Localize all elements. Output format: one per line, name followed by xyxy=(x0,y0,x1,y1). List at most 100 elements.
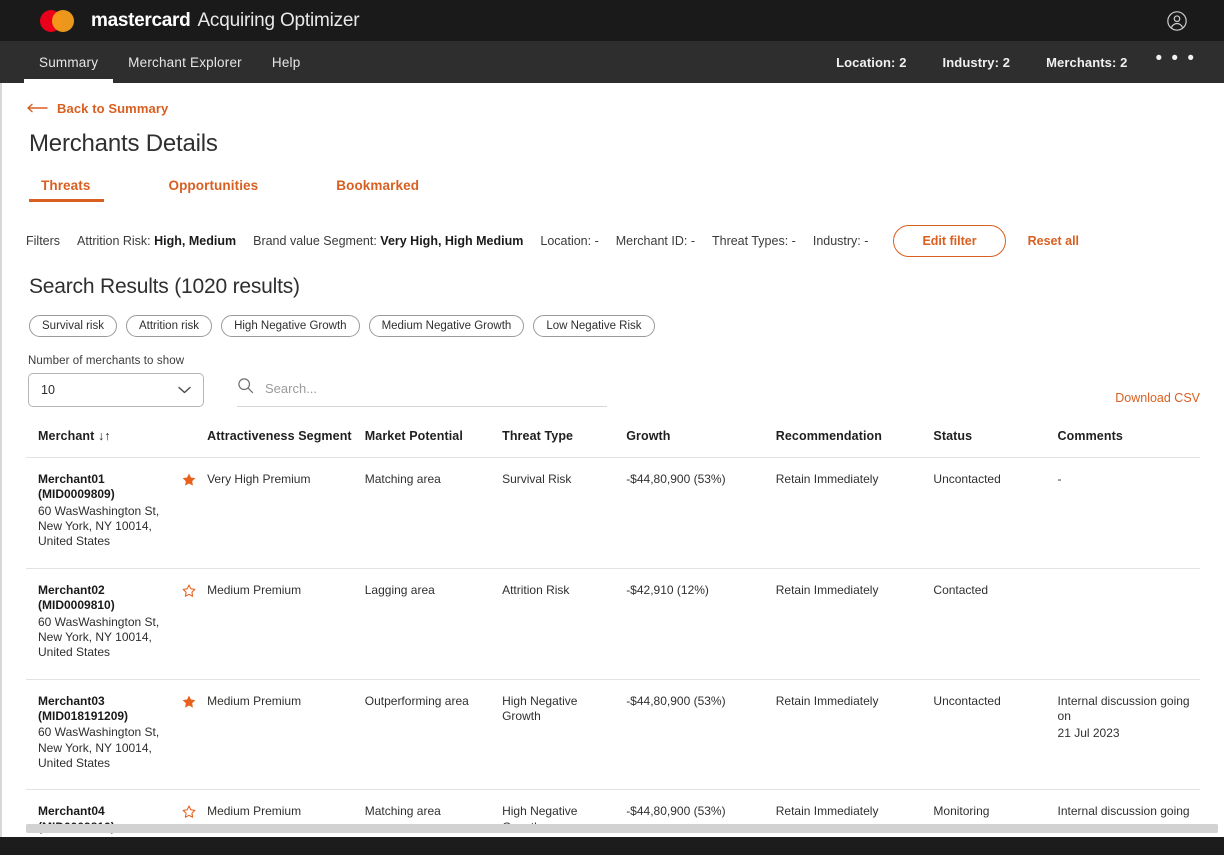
scrollbar-thumb[interactable] xyxy=(26,824,1218,833)
filter-threat-types[interactable]: Threat Types: - xyxy=(712,234,796,248)
table-header: Merchant ↓↑ Attractiveness Segment Marke… xyxy=(26,429,1200,458)
table-header-row: Merchant ↓↑ Attractiveness Segment Marke… xyxy=(26,429,1200,458)
filter-value: High, Medium xyxy=(154,234,237,248)
cell-merchant: Merchant03 (MID018191209) 60 WasWashingto… xyxy=(26,678,208,790)
account-circle-icon[interactable] xyxy=(1166,10,1188,32)
horizontal-scrollbar[interactable] xyxy=(26,824,1218,833)
search-results-title: Search Results (1020 results) xyxy=(29,275,300,298)
search-input[interactable] xyxy=(263,379,607,397)
filter-attrition-risk[interactable]: Attrition Risk: High, Medium xyxy=(77,234,236,248)
mastercard-logo-icon xyxy=(40,8,82,34)
merchants-to-show-select[interactable]: 10 xyxy=(28,373,204,407)
cell-threat-type: Survival Risk xyxy=(502,457,627,569)
merchants-to-show-label: Number of merchants to show xyxy=(28,355,185,367)
table-row[interactable]: Merchant02 (MID0009810) 60 WasWashington … xyxy=(26,567,1200,680)
reset-all-link[interactable]: Reset all xyxy=(1028,234,1079,248)
tab-label: Opportunities xyxy=(168,178,259,193)
nav-stat-merchants[interactable]: Merchants: 2 xyxy=(1028,55,1145,70)
chip-attrition-risk[interactable]: Attrition risk xyxy=(125,315,213,337)
cell-comments xyxy=(1057,567,1200,680)
cell-recommendation: Retain Immediately xyxy=(775,567,934,680)
merchant-name: Merchant03 (MID018191209) xyxy=(38,693,129,723)
tab-label: Threats xyxy=(41,178,91,193)
nav-item-label: Summary xyxy=(39,54,99,70)
filter-merchant-id[interactable]: Merchant ID: - xyxy=(616,234,695,248)
status-badge: Uncontacted xyxy=(933,678,1058,790)
cell-merchant: Merchant01 (MID0009809) 60 WasWashington … xyxy=(26,457,208,569)
merchants-to-show-control: Number of merchants to show 10 xyxy=(28,355,204,407)
back-to-summary-link[interactable]: Back to Summary xyxy=(26,83,1200,116)
more-horizontal-icon[interactable]: • • • xyxy=(1145,49,1206,75)
nav-item-help[interactable]: Help xyxy=(257,41,316,83)
detail-tabs: Threats Opportunities Bookmarked xyxy=(26,178,1200,202)
column-header-market-potential: Market Potential xyxy=(364,429,463,443)
chip-low-negative-risk[interactable]: Low Negative Risk xyxy=(533,315,655,337)
tabs-divider xyxy=(26,202,1200,203)
brand-logo[interactable]: mastercard Acquiring Optimizer xyxy=(40,8,360,34)
page-content: Back to Summary Merchants Details Threat… xyxy=(2,83,1224,837)
star-outline-icon[interactable] xyxy=(181,804,197,820)
filters-bar: Filters Attrition Risk: High, Medium Bra… xyxy=(26,225,1200,257)
nav-stat-location[interactable]: Location: 2 xyxy=(818,55,924,70)
chip-medium-negative-growth[interactable]: Medium Negative Growth xyxy=(368,315,525,337)
search-box[interactable] xyxy=(237,377,607,407)
chip-survival-risk[interactable]: Survival risk xyxy=(29,315,117,337)
chip-high-negative-growth[interactable]: High Negative Growth xyxy=(221,315,360,337)
comment-text: Internal discussion going on xyxy=(1057,693,1190,723)
brand-product-name: Acquiring Optimizer xyxy=(197,9,360,31)
column-header-recommendation: Recommendation xyxy=(775,429,883,443)
column-header-threat-type: Threat Type xyxy=(502,429,574,443)
merchant-address: 60 WasWashington St, New York, NY 10014,… xyxy=(38,614,160,660)
cell-merchant: Merchant02 (MID0009810) 60 WasWashington … xyxy=(26,567,208,680)
edit-filter-button[interactable]: Edit filter xyxy=(893,225,1006,257)
status-badge: Contacted xyxy=(933,567,1058,680)
page-title: Merchants Details xyxy=(29,130,218,157)
filter-name: Threat Types: xyxy=(711,234,789,248)
cell-comments: - xyxy=(1057,457,1200,569)
filter-value: - xyxy=(594,234,599,248)
filter-name: Location: xyxy=(540,234,592,248)
table-row[interactable]: Merchant01 (MID0009809) 60 WasWashington … xyxy=(26,457,1200,569)
tab-label: Bookmarked xyxy=(336,178,420,193)
star-filled-icon[interactable] xyxy=(181,472,197,488)
tab-bookmarked[interactable]: Bookmarked xyxy=(322,178,433,202)
tab-opportunities[interactable]: Opportunities xyxy=(154,178,272,202)
merchant-cell: Merchant01 (MID0009809) 60 WasWashington … xyxy=(38,472,199,550)
merchant-name: Merchant01 (MID0009809) xyxy=(38,472,115,502)
search-icon xyxy=(237,377,254,399)
star-outline-icon[interactable] xyxy=(181,583,197,599)
table-controls: Number of merchants to show 10 Search...… xyxy=(26,355,1200,407)
merchant-cell: Merchant02 (MID0009810) 60 WasWashington … xyxy=(38,583,199,661)
status-badge: Uncontacted xyxy=(933,457,1058,569)
column-header-merchant[interactable]: Merchant ↓↑ xyxy=(26,429,207,458)
filter-industry[interactable]: Industry: - xyxy=(813,234,869,248)
nav-item-label: Help xyxy=(271,54,301,70)
cell-attractiveness-segment: Very High Premium xyxy=(207,457,365,569)
nav-items: Summary Merchant Explorer Help xyxy=(24,41,315,83)
nav-item-summary[interactable]: Summary xyxy=(24,41,114,83)
cell-recommendation: Retain Immediately xyxy=(775,457,934,569)
filter-name: Industry: xyxy=(812,234,861,248)
download-csv-link[interactable]: Download CSV xyxy=(1115,391,1200,405)
select-value: 10 xyxy=(41,383,55,397)
nav-item-label: Merchant Explorer xyxy=(128,54,242,70)
table-row[interactable]: Merchant03 (MID018191209) 60 WasWashingto… xyxy=(26,678,1200,790)
merchant-address: 60 WasWashington St, New York, NY 10014,… xyxy=(38,725,160,771)
comment-date: 21 Jul 2023 xyxy=(1057,726,1120,741)
filters-label: Filters xyxy=(26,234,61,248)
filter-location[interactable]: Location: - xyxy=(540,234,598,248)
merchants-table: Merchant ↓↑ Attractiveness Segment Marke… xyxy=(26,429,1200,837)
filter-name: Brand value Segment: xyxy=(253,234,377,248)
brand-header: mastercard Acquiring Optimizer xyxy=(0,0,1224,41)
star-filled-icon[interactable] xyxy=(181,694,197,710)
column-header-growth: Growth xyxy=(626,429,671,443)
filter-value: Very High, High Medium xyxy=(380,234,524,248)
filter-value: - xyxy=(791,234,796,248)
merchant-cell: Merchant03 (MID018191209) 60 WasWashingto… xyxy=(38,694,199,772)
tab-threats[interactable]: Threats xyxy=(29,178,105,202)
nav-stat-industry[interactable]: Industry: 2 xyxy=(925,55,1029,70)
nav-item-merchant-explorer[interactable]: Merchant Explorer xyxy=(113,41,257,83)
cell-comments: Internal discussion going on 21 Jul 2023 xyxy=(1057,678,1200,790)
cell-market-potential: Matching area xyxy=(364,457,503,569)
filter-brand-value-segment[interactable]: Brand value Segment: Very High, High Med… xyxy=(253,234,523,248)
